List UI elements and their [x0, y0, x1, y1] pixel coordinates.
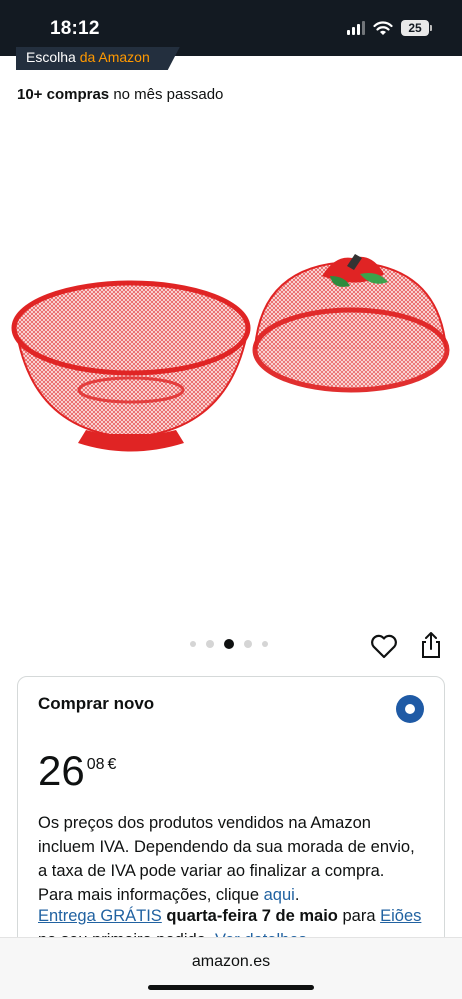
vat-text: Os preços dos produtos vendidos na Amazo… [38, 814, 415, 904]
price-currency: € [107, 756, 117, 773]
mesh-bowl [11, 280, 251, 452]
free-delivery-link[interactable]: Entrega GRÁTIS [38, 907, 162, 925]
buy-new-title: Comprar novo [38, 694, 155, 713]
bought-last-month: 10+ compras no mês passado [17, 86, 223, 103]
battery-icon: 25 [401, 20, 432, 36]
carousel-dot[interactable] [190, 641, 196, 647]
vat-notice: Os preços dos produtos vendidos na Amazo… [38, 811, 423, 907]
share-icon[interactable] [419, 630, 443, 660]
wifi-icon [373, 20, 393, 35]
vat-end: . [294, 886, 300, 904]
amazons-choice-badge: Escolha da Amazon [16, 47, 180, 70]
mesh-dome-cover [252, 254, 450, 393]
price: 26 08 € [38, 747, 116, 795]
bought-count: 10+ compras [17, 86, 110, 103]
delivery-location-link[interactable]: Eiões [380, 907, 421, 925]
price-whole: 26 [38, 747, 85, 794]
delivery-to: para [342, 907, 376, 925]
badge-brand: da Amazon [79, 49, 150, 65]
heart-icon[interactable] [370, 633, 398, 659]
carousel-dot[interactable] [206, 640, 214, 648]
carousel-dot[interactable] [244, 640, 252, 648]
product-image[interactable] [0, 230, 462, 480]
price-fraction: 08 [86, 756, 105, 773]
carousel-dot-active[interactable] [224, 639, 234, 649]
battery-level: 25 [401, 20, 429, 36]
carousel-dot[interactable] [262, 641, 268, 647]
image-carousel-dots[interactable] [190, 639, 268, 649]
browser-address-bar[interactable]: amazon.es [0, 937, 462, 999]
home-indicator[interactable] [148, 985, 314, 990]
delivery-date: quarta-feira 7 de maio [166, 907, 338, 925]
status-icons: 25 [347, 20, 432, 36]
status-time: 18:12 [50, 18, 100, 39]
url-label[interactable]: amazon.es [0, 953, 462, 971]
cellular-signal-icon [347, 21, 365, 35]
vat-info-link[interactable]: aqui [264, 886, 295, 904]
bought-period: no mês passado [113, 86, 224, 103]
badge-prefix: Escolha [26, 49, 76, 65]
buy-new-radio[interactable] [396, 695, 424, 723]
